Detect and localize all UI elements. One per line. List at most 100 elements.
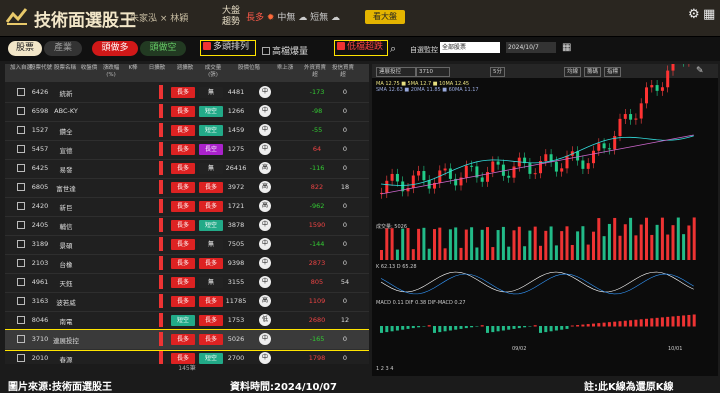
col-header[interactable]: 外資買賣超 [303,65,327,79]
daily-tag: 長多 [171,144,195,155]
kbar-icon [159,275,163,289]
col-header[interactable]: 收盤價 [77,65,101,72]
add-watchlist-checkbox[interactable] [17,107,25,115]
page-nav[interactable]: 1 2 3 4 [376,366,394,372]
table-row[interactable]: 5457 宣德 長多 長空 1275 中 64 0 [5,140,369,160]
macd-bar [512,326,516,329]
volume-bar [390,228,394,260]
macd-bar [682,315,686,327]
stock-name: 富世達 [56,185,76,193]
candle [645,87,648,104]
col-header[interactable]: K棒 [121,65,145,72]
volume-bar [639,224,643,260]
filter-oversold[interactable]: 低檔超跌 [334,40,388,56]
candle [390,173,394,181]
macd-bar [427,325,431,327]
add-watchlist-checkbox[interactable] [17,88,25,96]
table-row[interactable]: 4961 天鈺 長多 無 3155 中 805 54 [5,273,369,293]
add-watchlist-checkbox[interactable] [17,278,25,286]
volume-bar [682,234,686,260]
weekly-tag: 長空 [199,144,223,155]
tab-long[interactable]: 頭做多 [92,41,138,56]
col-header[interactable]: 週擴散 [173,65,197,72]
col-header[interactable]: 乖上漲 [273,65,297,72]
col-header[interactable]: 漲跌幅(%) [99,65,123,79]
table-row[interactable]: 3710 連展投控 長多 長多 5026 中 -165 0 [5,329,369,351]
grid-menu-icon[interactable]: ▦ [703,7,715,22]
col-header[interactable]: 投信買賣超 [331,65,355,79]
add-watchlist-checkbox[interactable] [17,259,25,267]
table-row[interactable]: 2420 新巨 長多 長多 1721 高 -962 0 [5,197,369,217]
add-watchlist-checkbox[interactable] [17,297,25,305]
table-row[interactable]: 2103 台橡 長多 長多 9398 中 2873 0 [5,254,369,274]
candle [411,175,415,189]
table-row[interactable]: 6426 統新 長多 無 4481 中 -173 0 [5,83,369,103]
investment-flow: 54 [340,278,350,286]
macd-bar [597,323,601,327]
candle [581,160,585,169]
calendar-icon[interactable]: ▦ [562,42,571,53]
macd-bar [517,326,521,329]
table-row[interactable]: 6425 易發 長多 無 26416 高 -116 0 [5,159,369,179]
add-watchlist-checkbox[interactable] [17,221,25,229]
search-icon[interactable]: ⌕ [390,42,396,56]
table-row[interactable]: 2405 輔信 長多 短空 3878 中 1590 0 [5,216,369,236]
weekly-tag: 長多 [199,201,223,212]
col-header[interactable]: 股票名稱 [53,65,77,72]
add-watchlist-checkbox[interactable] [17,183,25,191]
price-level-badge: 中 [259,276,271,288]
add-watchlist-checkbox[interactable] [17,202,25,210]
volume-bar [650,234,654,260]
filter-high-volume[interactable]: 高檔爆量 [262,44,308,57]
gear-icon[interactable]: ⚙ [688,7,700,22]
view-market-button[interactable]: 看大盤 [365,10,405,24]
tab-stocks[interactable]: 股票 [8,41,42,56]
filter-bar: 股票 產業 頭做多 頭做空 多頭排列 高檔爆量 低檔超跌 ⌕ 自選監控 全部股票… [0,37,720,61]
foreign-flow: 64 [312,145,322,153]
col-header[interactable]: 日擴散 [145,65,169,72]
chart-logo-icon [6,8,28,25]
table-row[interactable]: 6805 富世達 長多 長多 3972 高 822 18 [5,178,369,198]
candle [671,64,675,71]
add-watchlist-checkbox[interactable] [17,145,25,153]
volume-bar [570,244,574,260]
col-header[interactable]: 成交量(張) [201,65,225,79]
date-select[interactable]: 2024/10/7 [506,42,556,53]
volume: 7505 [227,240,245,248]
table-row[interactable]: 8046 南電 短空 長多 1753 低 2680 12 [5,311,369,331]
macd-bar [523,326,527,328]
bottom-caption: 圖片來源:技術面選股王 資料時間:2024/10/07 註:此K線為還原K線 [0,377,720,393]
add-watchlist-checkbox[interactable] [17,164,25,172]
volume-label: 成交量: 5026 [376,224,407,230]
table-row[interactable]: 3189 景碩 長多 無 7505 中 -144 0 [5,235,369,255]
tab-short[interactable]: 頭做空 [140,41,186,56]
daily-tag: 長多 [171,201,195,212]
volume-bar [539,245,542,260]
table-row[interactable]: 3163 波若威 長多 長多 11785 高 1109 0 [5,292,369,312]
stock-name: 波若威 [56,299,76,307]
table-row[interactable]: 6598 ABC-KY 長多 短空 1266 中 -98 0 [5,102,369,122]
stock-code: 6426 [31,88,49,96]
daily-tag: 長多 [171,239,195,250]
tab-industry[interactable]: 產業 [44,41,82,56]
price-level-badge: 中 [259,143,271,155]
price-level-badge: 中 [259,124,271,136]
stock-select[interactable]: 全部股票 [440,42,500,53]
add-watchlist-checkbox[interactable] [17,240,25,248]
source-text: 圖片來源:技術面選股王 [8,382,112,393]
volume-bar [475,247,479,260]
candle [565,155,569,169]
col-header[interactable]: 股票代號 [29,65,53,72]
table-row[interactable]: 1527 鑽全 長多 短空 1459 中 -55 0 [5,121,369,141]
col-header[interactable]: 股價位階 [237,65,261,72]
candle [560,168,564,172]
stock-code: 2010 [31,354,49,362]
candle [666,70,670,88]
add-watchlist-checkbox[interactable] [17,316,25,324]
filter-bull-alignment[interactable]: 多頭排列 [200,40,256,56]
add-watchlist-checkbox[interactable] [17,126,25,134]
table-row[interactable]: 2010 春源 長多 短空 2700 中 1798 0 [5,349,369,364]
add-watchlist-checkbox[interactable] [17,354,25,362]
add-watchlist-checkbox[interactable] [17,335,25,343]
macd-bar [411,326,415,329]
